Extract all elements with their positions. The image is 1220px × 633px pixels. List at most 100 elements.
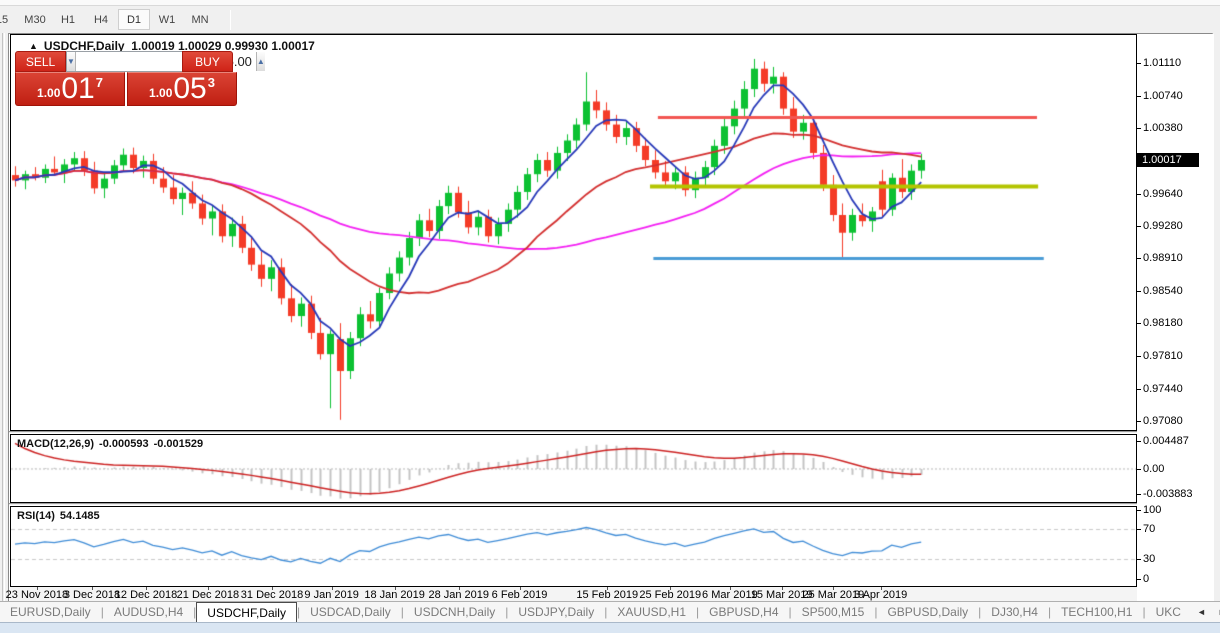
- date-axis-label: 21 Dec 2018: [177, 589, 239, 601]
- volume-dropdown-icon[interactable]: ▼: [67, 52, 76, 71]
- timeframe-button-d1[interactable]: D1: [118, 9, 150, 30]
- axis-tick: [1137, 226, 1141, 227]
- rsi-name: RSI(14): [17, 510, 55, 522]
- tab-audusd-h4[interactable]: AUDUSD,H4: [104, 602, 193, 622]
- collapse-triangle-icon[interactable]: ▲: [29, 41, 38, 51]
- sell-button[interactable]: SELL: [15, 51, 66, 72]
- date-axis-label: 23 Nov 2018: [6, 589, 68, 601]
- tab-usdchf-daily[interactable]: USDCHF,Daily: [196, 602, 297, 623]
- axis-tick: [1137, 529, 1141, 530]
- price-axis-label: 0.98180: [1143, 317, 1183, 329]
- buy-price-big: 05: [173, 75, 206, 103]
- date-axis-label: 9 Jan 2019: [304, 589, 358, 601]
- rsi-label: RSI(14) 54.1485: [17, 510, 105, 522]
- date-axis-tick: [37, 587, 38, 590]
- axis-tick: [1137, 63, 1141, 64]
- macd-name: MACD(12,26,9): [17, 438, 94, 450]
- date-axis-label: 15 Feb 2019: [576, 589, 638, 601]
- date-axis-label: 12 Dec 2018: [115, 589, 177, 601]
- date-axis-tick: [272, 587, 273, 590]
- price-axis-label: 0.97080: [1143, 415, 1183, 427]
- axis-tick: [1137, 356, 1141, 357]
- axis-tick: [1137, 194, 1141, 195]
- macd-value-2: -0.001529: [154, 438, 204, 450]
- price-axis-label: 0.98540: [1143, 285, 1183, 297]
- buy-price-display[interactable]: 1.00 05 3: [127, 72, 237, 106]
- rsi-value: 54.1485: [60, 510, 100, 522]
- date-axis-tick: [146, 587, 147, 590]
- date-axis-label: 6 Mar 2019: [702, 589, 758, 601]
- axis-tick: [1137, 258, 1141, 259]
- mt4-terminal: 15M30H1H4D1W1MN ▲USDCHF,Daily 1.00019 1.…: [0, 0, 1220, 633]
- price-axis-label: 0.97440: [1143, 383, 1183, 395]
- rsi-axis-label: 70: [1143, 523, 1155, 535]
- axis-tick: [1137, 421, 1141, 422]
- tab-tech100-h1[interactable]: TECH100,H1: [1051, 602, 1142, 622]
- date-axis-tick: [459, 587, 460, 590]
- status-strip: [0, 622, 1220, 633]
- chart-window: ▲USDCHF,Daily 1.00019 1.00029 0.99930 1.…: [8, 33, 1213, 601]
- macd-axis-label: 0.00: [1143, 463, 1164, 475]
- timeframe-button-h1[interactable]: H1: [52, 9, 84, 30]
- macd-axis-label: 0.004487: [1143, 435, 1189, 447]
- macd-value-1: -0.000593: [99, 438, 149, 450]
- timeframe-button-m30[interactable]: M30: [19, 9, 51, 30]
- price-axis-label: 0.99280: [1143, 220, 1183, 232]
- one-click-trading-panel: SELL ▼ ▲ BUY 1.00 01 7 1.00: [15, 51, 237, 106]
- axis-tick: [1137, 128, 1141, 129]
- tab-usdcnh-daily[interactable]: USDCNH,Daily: [404, 602, 505, 622]
- date-axis-label: 3 Dec 2018: [64, 589, 120, 601]
- date-axis-tick: [332, 587, 333, 590]
- axis-tick: [1137, 96, 1141, 97]
- axis-tick: [1137, 389, 1141, 390]
- rsi-axis-label: 0: [1143, 573, 1149, 585]
- tab-eurusd-daily[interactable]: EURUSD,Daily: [0, 602, 101, 622]
- date-axis-tick: [395, 587, 396, 590]
- buy-price-sup: 3: [208, 75, 215, 90]
- date-axis-label: 31 Dec 2018: [241, 589, 303, 601]
- macd-pane: MACD(12,26,9) -0.000593 -0.001529: [10, 434, 1137, 503]
- current-price-label: 1.00017: [1137, 153, 1199, 167]
- price-axis-label: 1.00380: [1143, 122, 1183, 134]
- tab-dj30-h4[interactable]: DJ30,H4: [981, 602, 1048, 622]
- date-axis-label: 25 Feb 2019: [639, 589, 701, 601]
- buy-button[interactable]: BUY: [182, 51, 233, 72]
- tab-gbpusd-h4[interactable]: GBPUSD,H4: [699, 602, 788, 622]
- sell-price-sup: 7: [96, 75, 103, 90]
- tab-ukc[interactable]: UKC: [1146, 602, 1191, 622]
- macd-axis-label: -0.003883: [1143, 488, 1193, 500]
- tab-scroll-left-icon[interactable]: ◄: [1191, 607, 1212, 617]
- axis-tick: [1137, 494, 1141, 495]
- timeframe-button-mn[interactable]: MN: [184, 9, 216, 30]
- tab-xauusd-h1[interactable]: XAUUSD,H1: [607, 602, 696, 622]
- tab-scroll-right-icon[interactable]: ►: [1212, 607, 1220, 617]
- date-axis-tick: [520, 587, 521, 590]
- tab-usdjpy-daily[interactable]: USDJPY,Daily: [508, 602, 604, 622]
- chart-tabs-bar: EURUSD,Daily|AUDUSD,H4|USDCHF,Daily|USDC…: [0, 601, 1220, 622]
- date-axis-label: 28 Jan 2019: [428, 589, 489, 601]
- axis-tick: [1137, 559, 1141, 560]
- price-axis-label: 1.00740: [1143, 90, 1183, 102]
- tab-sp500-m15[interactable]: SP500,M15: [792, 602, 875, 622]
- sell-price-display[interactable]: 1.00 01 7: [15, 72, 125, 106]
- rsi-canvas[interactable]: [11, 507, 1136, 586]
- tab-usdcad-daily[interactable]: USDCAD,Daily: [300, 602, 401, 622]
- date-axis-tick: [782, 587, 783, 590]
- price-axis-label: 0.98910: [1143, 252, 1183, 264]
- date-axis-label: 6 Feb 2019: [492, 589, 548, 601]
- main-price-pane: ▲USDCHF,Daily 1.00019 1.00029 0.99930 1.…: [10, 34, 1137, 431]
- date-axis-tick: [670, 587, 671, 590]
- volume-control: ▼ ▲: [66, 51, 182, 72]
- volume-up-icon[interactable]: ▲: [256, 52, 265, 71]
- date-axis-tick: [730, 587, 731, 590]
- axis-tick: [1137, 323, 1141, 324]
- timeframe-button-15[interactable]: 15: [0, 9, 18, 30]
- date-axis[interactable]: 23 Nov 20183 Dec 201812 Dec 201821 Dec 2…: [10, 587, 1214, 602]
- date-axis-label: 18 Jan 2019: [364, 589, 425, 601]
- timeframe-button-h4[interactable]: H4: [85, 9, 117, 30]
- price-axis[interactable]: 1.011101.007401.003800.996400.992800.989…: [1137, 34, 1214, 602]
- price-axis-label: 0.97810: [1143, 350, 1183, 362]
- date-axis-tick: [881, 587, 882, 590]
- timeframe-button-w1[interactable]: W1: [151, 9, 183, 30]
- tab-gbpusd-daily[interactable]: GBPUSD,Daily: [877, 602, 978, 622]
